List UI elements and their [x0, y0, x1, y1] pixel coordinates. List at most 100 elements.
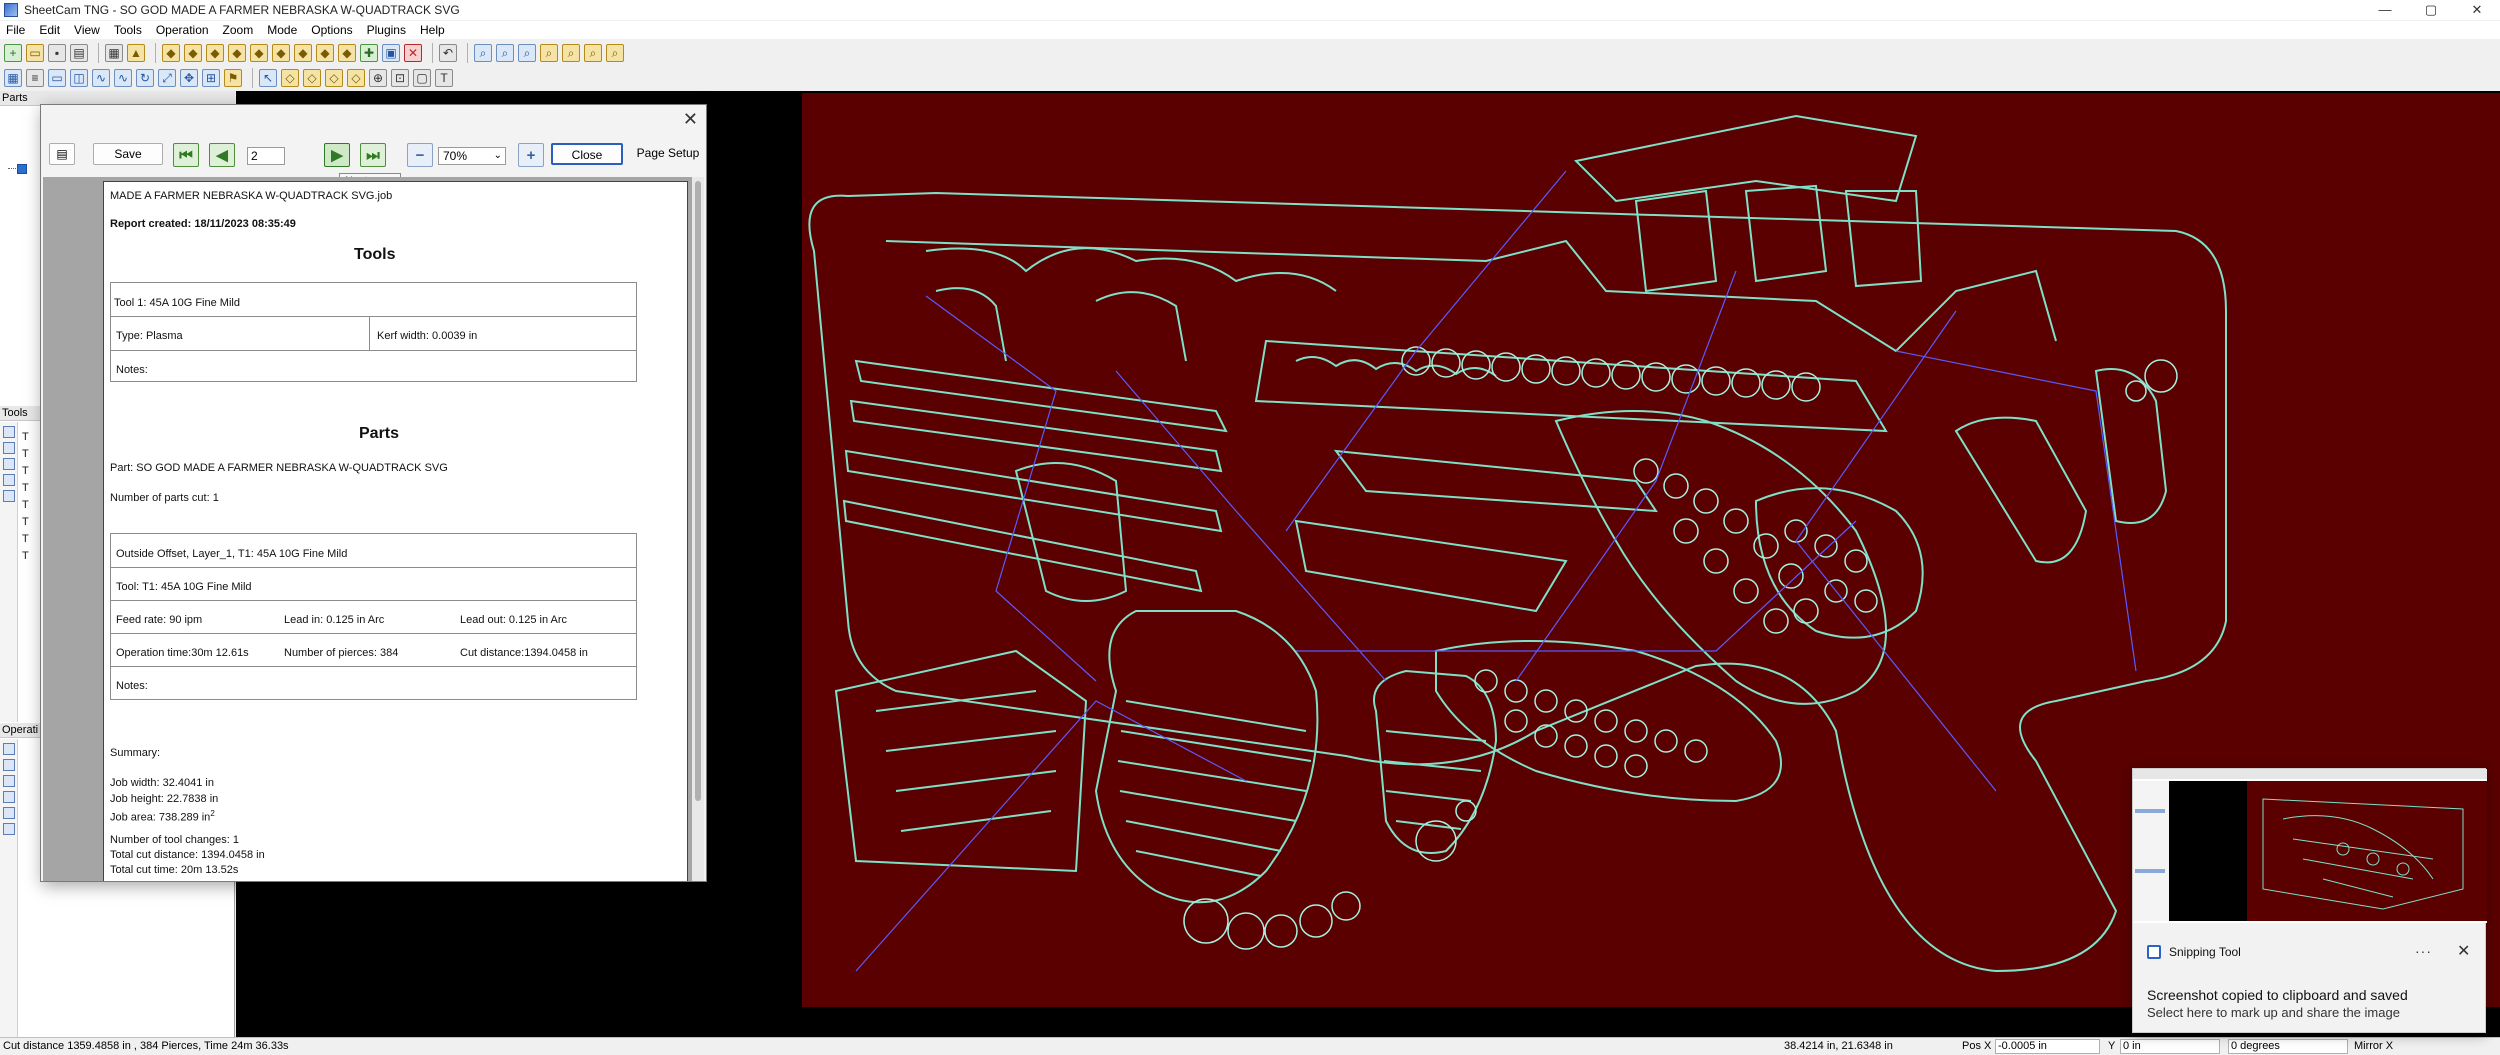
- move-icon[interactable]: ✥: [180, 69, 198, 87]
- tool-list-item[interactable]: T: [22, 533, 29, 545]
- operation-type-icon[interactable]: [3, 759, 15, 771]
- sheet-icon[interactable]: ▭: [48, 69, 66, 87]
- operation-type-icon[interactable]: [3, 823, 15, 835]
- tool-d-icon[interactable]: ◆: [228, 44, 246, 62]
- menu-mode[interactable]: Mode: [267, 23, 297, 37]
- tool-h-icon[interactable]: ◆: [316, 44, 334, 62]
- page-number-input[interactable]: 2: [247, 147, 285, 165]
- tool-list-item[interactable]: T: [22, 448, 29, 460]
- zoom-in-icon[interactable]: ⌕: [474, 44, 492, 62]
- edit-order-icon[interactable]: ◇: [347, 69, 365, 87]
- tool-type-icon[interactable]: [3, 490, 15, 502]
- report-scrollbar[interactable]: [692, 177, 704, 881]
- tool-a-icon[interactable]: ◆: [162, 44, 180, 62]
- path-b-icon[interactable]: ∿: [114, 69, 132, 87]
- start-point-icon[interactable]: ⚑: [224, 69, 242, 87]
- part-icon[interactable]: ◫: [70, 69, 88, 87]
- print-icon[interactable]: ▤: [70, 44, 88, 62]
- minimize-button[interactable]: —: [2362, 0, 2408, 20]
- screenshot-thumbnail[interactable]: [2133, 769, 2487, 923]
- operation-icon[interactable]: ✚: [360, 44, 378, 62]
- save-button[interactable]: Save: [93, 143, 163, 165]
- menu-tools[interactable]: Tools: [114, 23, 142, 37]
- path-icon[interactable]: ∿: [92, 69, 110, 87]
- operation-b-icon[interactable]: ▣: [382, 44, 400, 62]
- edit-leadout-icon[interactable]: ◇: [325, 69, 343, 87]
- tool-list-item[interactable]: T: [22, 431, 29, 443]
- more-options-icon[interactable]: ···: [2415, 943, 2432, 959]
- save-job-icon[interactable]: ▪: [48, 44, 66, 62]
- tool-list-item[interactable]: T: [22, 516, 29, 528]
- open-job-icon[interactable]: ▭: [26, 44, 44, 62]
- tool-list-item[interactable]: T: [22, 550, 29, 562]
- layers-icon[interactable]: ≡: [26, 69, 44, 87]
- scrollbar-thumb[interactable]: [695, 181, 701, 801]
- rotate-icon[interactable]: ↻: [136, 69, 154, 87]
- next-page-button[interactable]: ▶: [324, 143, 350, 167]
- report-viewport[interactable]: MADE A FARMER NEBRASKA W-QUADTRACK SVG.j…: [43, 177, 704, 881]
- tool-list-item[interactable]: T: [22, 465, 29, 477]
- delete-icon[interactable]: ✕: [404, 44, 422, 62]
- zoom-select[interactable]: 70% ⌄: [438, 147, 506, 165]
- tool-c-icon[interactable]: ◆: [206, 44, 224, 62]
- zoom-part-icon[interactable]: ⌕: [606, 44, 624, 62]
- menu-zoom[interactable]: Zoom: [223, 23, 254, 37]
- zoom-sheet-icon[interactable]: ⌕: [584, 44, 602, 62]
- part-visibility-checkbox[interactable]: [17, 164, 27, 174]
- first-page-button[interactable]: ⏮: [173, 143, 199, 167]
- tool-type-icon[interactable]: [3, 426, 15, 438]
- edit-leadin-icon[interactable]: ◇: [303, 69, 321, 87]
- menu-edit[interactable]: Edit: [39, 23, 60, 37]
- zoom-window-icon[interactable]: ⌕: [540, 44, 558, 62]
- tool-b-icon[interactable]: ◆: [184, 44, 202, 62]
- page-setup-button[interactable]: Page Setup: [633, 143, 703, 165]
- menu-options[interactable]: Options: [311, 23, 352, 37]
- new-job-icon[interactable]: +: [4, 44, 22, 62]
- zoom-out-button[interactable]: −: [407, 143, 433, 167]
- window-close-button[interactable]: ✕: [2454, 0, 2500, 20]
- tool-list-item[interactable]: T: [22, 482, 29, 494]
- calculator-icon[interactable]: ▦: [105, 44, 123, 62]
- menu-operation[interactable]: Operation: [156, 23, 209, 37]
- tool-g-icon[interactable]: ◆: [294, 44, 312, 62]
- select-icon[interactable]: ↖: [259, 69, 277, 87]
- zoom-in-button[interactable]: +: [518, 143, 544, 167]
- operation-type-icon[interactable]: [3, 807, 15, 819]
- operation-type-icon[interactable]: [3, 775, 15, 787]
- dialog-close-icon[interactable]: ✕: [683, 109, 698, 130]
- menu-plugins[interactable]: Plugins: [367, 23, 406, 37]
- tool-list-item[interactable]: T: [22, 499, 29, 511]
- scale-icon[interactable]: ⤢: [158, 69, 176, 87]
- last-page-button[interactable]: ⏭: [360, 143, 386, 167]
- tool-f-icon[interactable]: ◆: [272, 44, 290, 62]
- grid-icon[interactable]: ▦: [4, 69, 22, 87]
- edit-start-icon[interactable]: ◇: [281, 69, 299, 87]
- notification-close-icon[interactable]: ✕: [2457, 941, 2470, 961]
- zoom-extents-icon[interactable]: ⌕: [562, 44, 580, 62]
- crosshair-icon[interactable]: ⊕: [369, 69, 387, 87]
- maximize-button[interactable]: ▢: [2408, 0, 2454, 20]
- operation-type-icon[interactable]: [3, 791, 15, 803]
- operation-type-icon[interactable]: [3, 743, 15, 755]
- tool-type-icon[interactable]: [3, 458, 15, 470]
- snipping-tool-notification[interactable]: Snipping Tool ··· ✕ Screenshot copied to…: [2132, 768, 2487, 1033]
- menu-help[interactable]: Help: [420, 23, 445, 37]
- previous-page-button[interactable]: ◀: [209, 143, 235, 167]
- frame-icon[interactable]: ▢: [413, 69, 431, 87]
- tool-i-icon[interactable]: ◆: [338, 44, 356, 62]
- nest-icon[interactable]: ⊞: [202, 69, 220, 87]
- menu-file[interactable]: File: [6, 23, 25, 37]
- text-icon[interactable]: T: [435, 69, 453, 87]
- tool-type-icon[interactable]: [3, 442, 15, 454]
- measure-icon[interactable]: ⊡: [391, 69, 409, 87]
- angle-input[interactable]: 0 degrees: [2228, 1039, 2348, 1054]
- menu-view[interactable]: View: [74, 23, 100, 37]
- print-icon[interactable]: ▤: [49, 143, 75, 165]
- pos-y-input[interactable]: 0 in: [2120, 1039, 2220, 1054]
- tool-e-icon[interactable]: ◆: [250, 44, 268, 62]
- tool-type-icon[interactable]: [3, 474, 15, 486]
- zoom-fit-icon[interactable]: ⌕: [518, 44, 536, 62]
- mirror-x-checkbox[interactable]: Mirror X: [2354, 1040, 2393, 1052]
- pos-x-input[interactable]: -0.0005 in: [1995, 1039, 2100, 1054]
- post-process-icon[interactable]: ▲: [127, 44, 145, 62]
